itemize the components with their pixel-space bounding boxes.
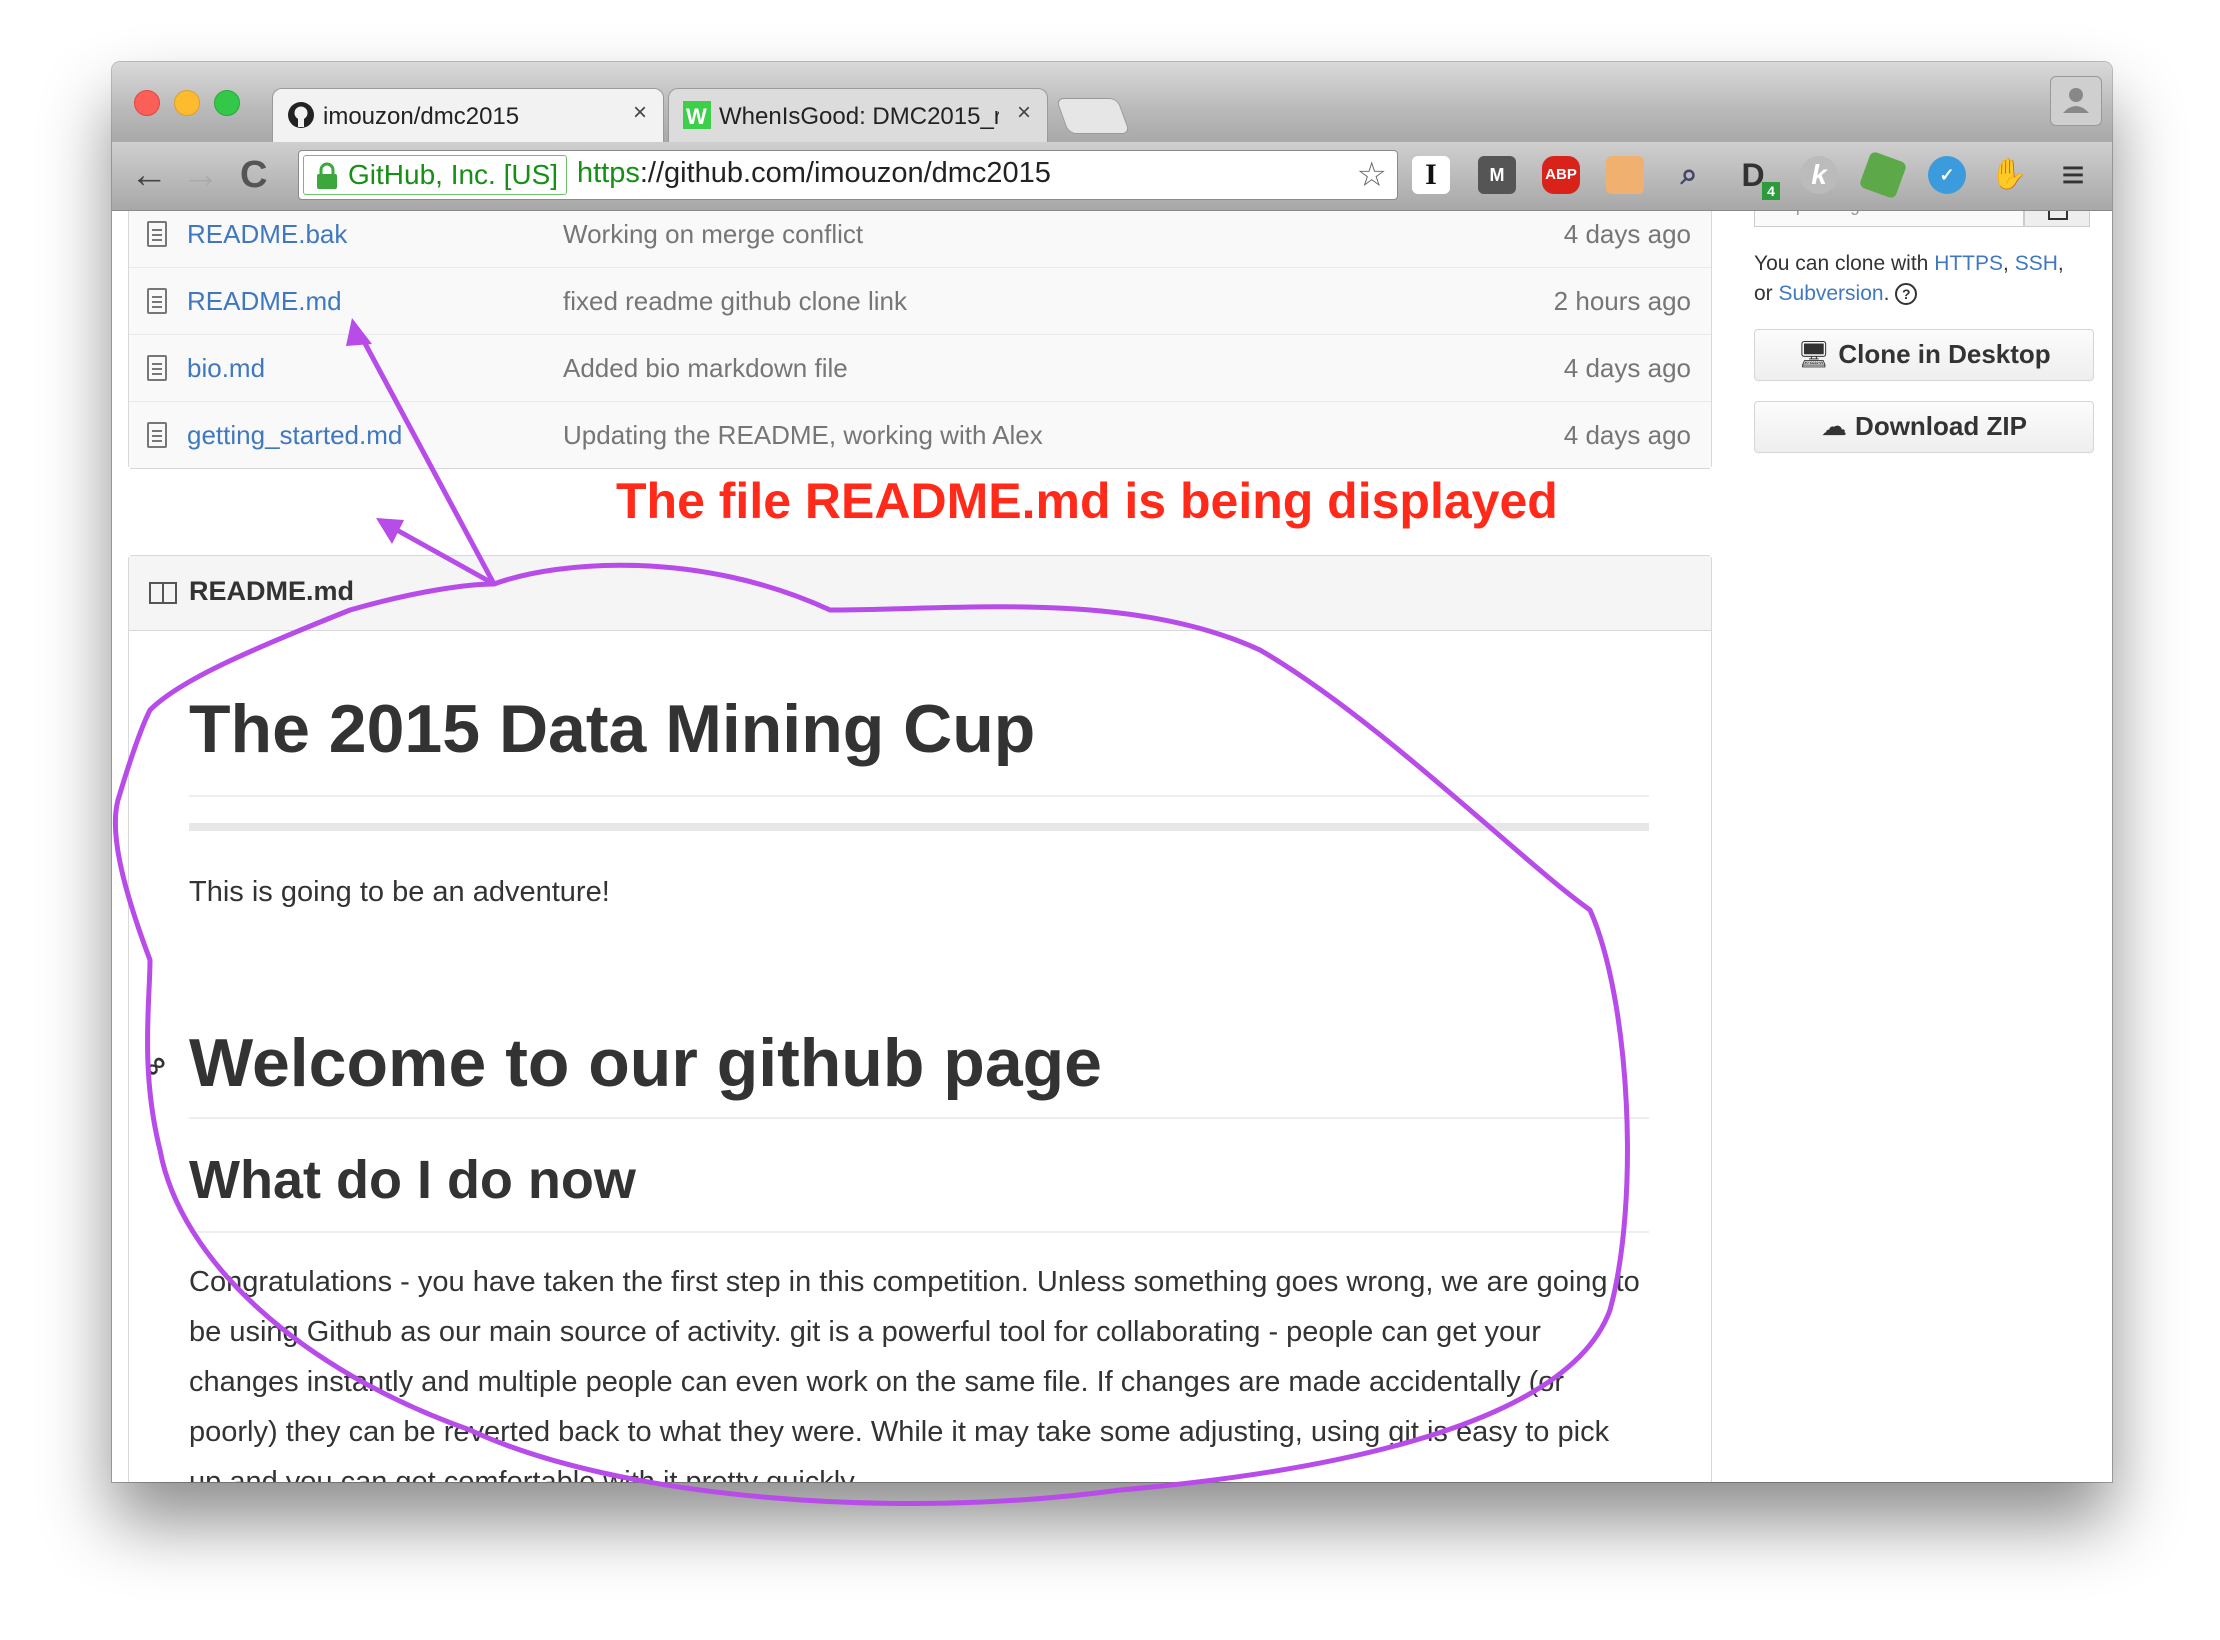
ev-certificate-badge[interactable]: GitHub, Inc. [US] bbox=[303, 155, 568, 195]
commit-message-link[interactable]: fixed readme github clone link bbox=[563, 286, 907, 317]
commit-message-link[interactable]: Updating the README, working with Alex bbox=[563, 420, 1043, 451]
copy-clipboard-button[interactable] bbox=[2024, 211, 2090, 227]
subversion-link[interactable]: Subversion bbox=[1779, 282, 1884, 305]
heading-divider bbox=[189, 1117, 1649, 1119]
tab-close-icon[interactable]: × bbox=[1017, 99, 1031, 127]
bookmark-star-icon[interactable]: ☆ bbox=[1357, 155, 1387, 195]
commit-message-link[interactable]: Added bio markdown file bbox=[563, 353, 848, 384]
hand-extension-icon[interactable]: ✋ bbox=[1990, 156, 2028, 194]
profile-icon[interactable] bbox=[2050, 76, 2102, 126]
table-row: README.bak Working on merge conflict 4 d… bbox=[129, 211, 1711, 267]
commit-age: 4 days ago bbox=[1563, 353, 1691, 383]
file-name-link[interactable]: README.bak bbox=[187, 219, 347, 250]
heading-welcome: Welcome to our github page bbox=[189, 1025, 1102, 1101]
book-icon bbox=[149, 582, 177, 604]
tab-strip: imouzon/dmc2015 × W WhenIsGood: DMC2015_… bbox=[112, 62, 2112, 142]
tab-title: WhenIsGood: DMC2015_re bbox=[719, 103, 999, 130]
minimize-window-button[interactable] bbox=[174, 90, 200, 116]
browser-window: imouzon/dmc2015 × W WhenIsGood: DMC2015_… bbox=[112, 62, 2112, 1482]
lock-icon bbox=[317, 162, 337, 189]
intro-paragraph: This is going to be an adventure! bbox=[189, 876, 610, 908]
page-content: README.bak Working on merge conflict 4 d… bbox=[112, 211, 2112, 1482]
tab-github[interactable]: imouzon/dmc2015 × bbox=[272, 88, 664, 142]
commit-age: 4 days ago bbox=[1563, 219, 1691, 249]
url-scheme: https bbox=[577, 157, 640, 189]
url-text: https://github.com/imouzon/dmc2015 bbox=[577, 157, 1051, 190]
back-arrow-icon[interactable]: ← bbox=[130, 154, 168, 197]
tab-title: imouzon/dmc2015 bbox=[323, 103, 520, 130]
clone-help-text: You can clone with HTTPS, SSH, or Subver… bbox=[1754, 252, 2064, 306]
file-icon bbox=[147, 355, 167, 381]
https-link[interactable]: HTTPS bbox=[1934, 252, 2003, 275]
clone-desktop-label: Clone in Desktop bbox=[1838, 339, 2051, 369]
horizontal-rule bbox=[189, 823, 1649, 831]
heading-divider bbox=[189, 1231, 1649, 1233]
tab-close-icon[interactable]: × bbox=[633, 99, 647, 127]
file-icon bbox=[147, 221, 167, 247]
heading-divider bbox=[189, 795, 1649, 797]
readme-panel: README.md The 2015 Data Mining Cup This … bbox=[128, 555, 1712, 1482]
clipboard-icon bbox=[2048, 211, 2068, 220]
svg-text:W: W bbox=[686, 104, 707, 129]
file-name-link[interactable]: bio.md bbox=[187, 353, 265, 384]
commit-message-link[interactable]: Working on merge conflict bbox=[563, 219, 863, 250]
whenisgood-icon: W bbox=[683, 101, 711, 129]
forward-arrow-icon[interactable]: → bbox=[182, 154, 220, 197]
readme-filename: README.md bbox=[189, 576, 355, 606]
instapaper-icon[interactable]: I bbox=[1412, 156, 1450, 194]
ssh-link[interactable]: SSH bbox=[2015, 252, 2058, 275]
or-text: or bbox=[1754, 282, 1779, 305]
m-extension-icon[interactable]: M bbox=[1478, 156, 1516, 194]
table-row: bio.md Added bio markdown file 4 days ag… bbox=[129, 334, 1711, 401]
body-paragraph: Congratulations - you have taken the fir… bbox=[189, 1266, 1640, 1482]
close-window-button[interactable] bbox=[134, 90, 160, 116]
clone-prefix-text: You can clone with bbox=[1754, 252, 1935, 275]
clone-in-desktop-button[interactable]: 🖥 Clone in Desktop bbox=[1754, 329, 2094, 381]
file-name-link[interactable]: README.md bbox=[187, 286, 342, 317]
ev-label: GitHub, Inc. [US] bbox=[348, 159, 559, 190]
file-icon bbox=[147, 422, 167, 448]
anchor-link-icon[interactable]: ∞ bbox=[136, 1046, 175, 1085]
file-name-link[interactable]: getting_started.md bbox=[187, 420, 402, 451]
file-icon bbox=[147, 288, 167, 314]
download-zip-label: Download ZIP bbox=[1855, 411, 2027, 441]
table-row: getting_started.md Updating the README, … bbox=[129, 401, 1711, 468]
help-icon[interactable]: ? bbox=[1895, 283, 1918, 306]
table-row: README.md fixed readme github clone link… bbox=[129, 267, 1711, 334]
url-rest: ://github.com/imouzon/dmc2015 bbox=[639, 157, 1051, 189]
adblock-plus-icon[interactable]: ABP bbox=[1542, 156, 1580, 194]
heading-what-now: What do I do now bbox=[189, 1150, 636, 1210]
notification-count-badge: 4 bbox=[1762, 182, 1780, 200]
v-extension-icon[interactable]: ✓ bbox=[1928, 156, 1966, 194]
github-icon bbox=[288, 102, 314, 128]
zoom-window-button[interactable] bbox=[214, 90, 240, 116]
commit-age: 2 hours ago bbox=[1553, 286, 1691, 316]
monitor-icon: 🖥 bbox=[1797, 339, 1831, 369]
address-bar[interactable]: GitHub, Inc. [US] https://github.com/imo… bbox=[298, 150, 1398, 200]
k-extension-icon[interactable]: k bbox=[1800, 156, 1838, 194]
menu-icon[interactable]: ≡ bbox=[2054, 155, 2092, 195]
annotation-label: The file README.md is being displayed bbox=[616, 473, 1558, 529]
cloud-download-icon: ☁ bbox=[1821, 411, 1848, 441]
face-extension-icon[interactable] bbox=[1606, 156, 1644, 194]
commit-age: 4 days ago bbox=[1563, 420, 1691, 450]
reload-icon[interactable]: C bbox=[240, 154, 267, 197]
clone-url-input[interactable]: https://github.com bbox=[1754, 211, 2024, 227]
search-extension-icon[interactable]: ⌕ bbox=[1670, 156, 1708, 194]
file-list: README.bak Working on merge conflict 4 d… bbox=[128, 211, 1712, 469]
download-zip-button[interactable]: ☁ Download ZIP bbox=[1754, 401, 2094, 453]
tab-whenisgood[interactable]: W WhenIsGood: DMC2015_re × bbox=[668, 88, 1048, 142]
heading-title: The 2015 Data Mining Cup bbox=[189, 691, 1036, 767]
readme-header: README.md bbox=[129, 556, 1711, 631]
new-tab-button[interactable] bbox=[1055, 98, 1131, 134]
